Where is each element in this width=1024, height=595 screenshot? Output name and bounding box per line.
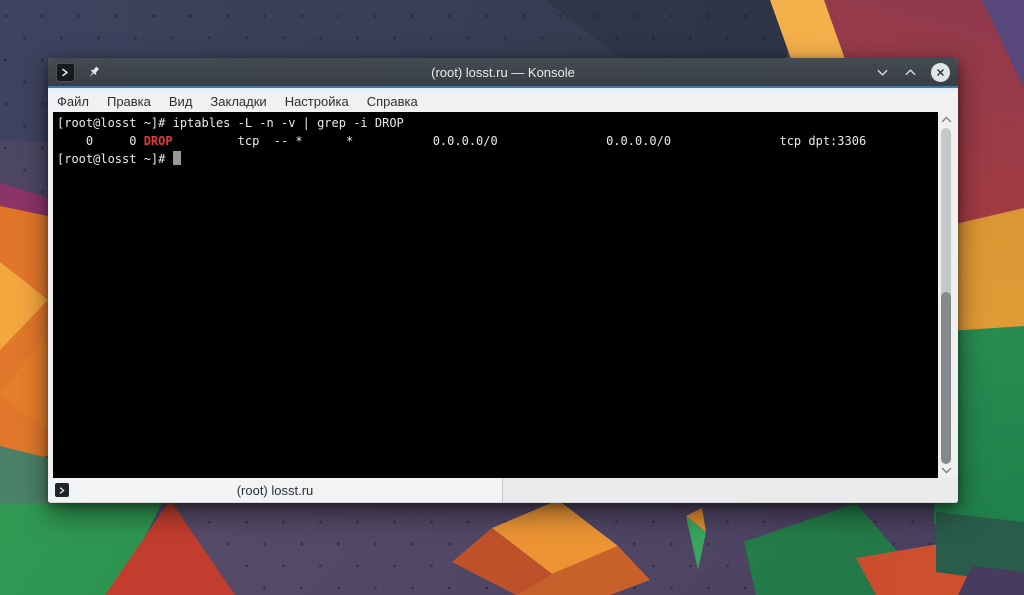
close-button[interactable] — [931, 63, 950, 82]
terminal-cursor — [173, 151, 181, 165]
terminal-line-command: [root@losst ~]# iptables -L -n -v | grep… — [57, 114, 938, 132]
terminal-line-prompt: [root@losst ~]# — [57, 150, 938, 168]
chevron-down-icon — [875, 65, 890, 80]
terminal-area: [root@losst ~]# iptables -L -n -v | grep… — [48, 112, 958, 478]
minimize-button[interactable] — [875, 65, 890, 80]
terminal-screen[interactable]: [root@losst ~]# iptables -L -n -v | grep… — [53, 112, 938, 478]
maximize-button[interactable] — [903, 65, 918, 80]
scrollbar-thumb[interactable] — [941, 292, 951, 464]
shell-prompt: [root@losst ~]# — [57, 152, 173, 166]
menubar: Файл Правка Вид Закладки Настройка Справ… — [48, 88, 958, 112]
scroll-up-button[interactable] — [940, 114, 953, 126]
grep-match-drop: DROP — [144, 134, 173, 148]
titlebar[interactable]: (root) losst.ru — Konsole — [48, 58, 958, 86]
konsole-app-icon[interactable] — [56, 63, 75, 82]
terminal-chevron-glyph — [60, 67, 71, 78]
menu-item-help[interactable]: Справка — [358, 92, 427, 111]
shell-prompt: [root@losst ~]# — [57, 116, 173, 130]
terminal-line-output: 0 0 DROP tcp -- * * 0.0.0.0/0 0.0.0.0/0 … — [57, 132, 938, 150]
menu-item-settings[interactable]: Настройка — [276, 92, 358, 111]
konsole-window: (root) losst.ru — Konsole Файл Правка — [48, 58, 958, 503]
iptables-rule-details: tcp -- * * 0.0.0.0/0 0.0.0.0/0 tcp dpt:3… — [173, 134, 867, 148]
close-icon — [933, 65, 948, 80]
menu-item-view[interactable]: Вид — [160, 92, 202, 111]
pin-icon[interactable] — [86, 65, 101, 80]
window-title: (root) losst.ru — Konsole — [48, 65, 958, 80]
menu-item-file[interactable]: Файл — [48, 92, 98, 111]
terminal-tab-icon — [55, 483, 69, 497]
chevron-up-icon — [903, 65, 918, 80]
tab-active[interactable]: (root) losst.ru — [48, 478, 503, 502]
menu-item-edit[interactable]: Правка — [98, 92, 160, 111]
tab-bar: (root) losst.ru — [48, 478, 958, 503]
terminal-chevron-glyph — [58, 486, 67, 495]
chevron-up-icon — [941, 116, 952, 124]
iptables-counters: 0 0 — [57, 134, 144, 148]
scroll-down-button[interactable] — [940, 464, 953, 476]
tab-title: (root) losst.ru — [237, 483, 314, 498]
chevron-down-icon — [941, 466, 952, 474]
scrollbar[interactable] — [938, 112, 955, 478]
menu-item-bookmarks[interactable]: Закладки — [201, 92, 275, 111]
typed-command: iptables -L -n -v | grep -i DROP — [173, 116, 404, 130]
